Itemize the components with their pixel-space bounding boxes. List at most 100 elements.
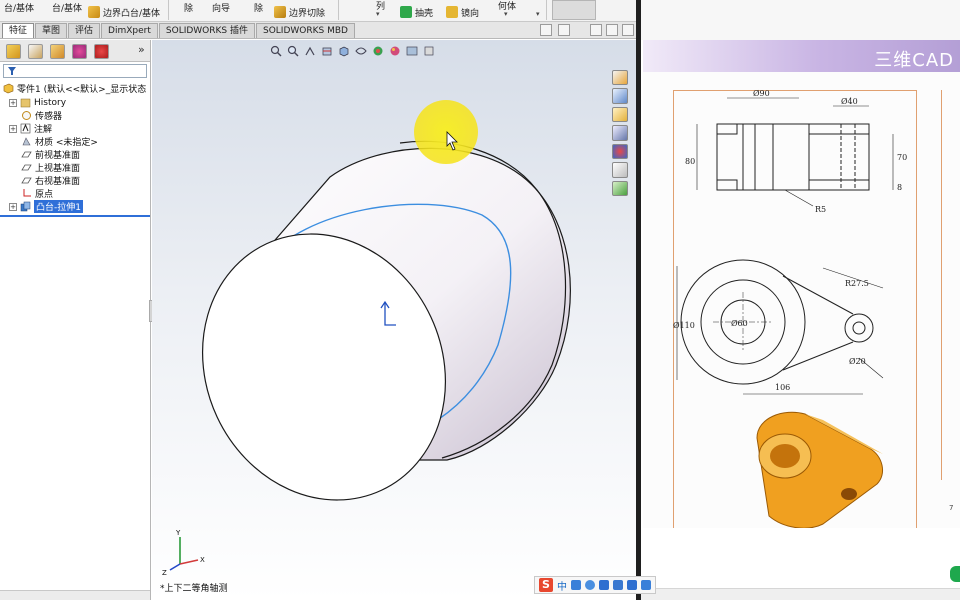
dim-outer-label: Ø110 [673,321,695,330]
more-tabs-icon[interactable]: » [138,43,145,56]
toolbar-label: 镜向 [461,8,480,19]
tree-item-label: 上视基准面 [35,164,81,174]
maximize-window-icon[interactable] [606,24,618,36]
boss-base-label[interactable]: 台/基体 [52,0,82,16]
dim-arc-label: R27.5 [845,279,869,288]
close-window-icon[interactable] [622,24,634,36]
boundary-boss-icon [88,6,100,18]
pattern-dropdown-icon[interactable]: ▾ [376,10,380,18]
tab-evaluate[interactable]: 评估 [68,23,101,38]
toolbox-icon[interactable] [641,580,651,590]
wizard-label[interactable]: 向导 [212,0,230,16]
remove-label-2[interactable]: 除 [254,0,263,16]
tree-item-origin[interactable]: 原点 [21,187,53,200]
dim-small-label: 8 [897,183,902,192]
ime-toolbar: S 中 [534,576,656,594]
keyboard-icon[interactable] [613,580,623,590]
tab-addins[interactable]: SOLIDWORKS 插件 [158,23,255,38]
tile-icon[interactable] [558,24,570,36]
tree-item-annotations[interactable]: + 注解 [9,122,52,135]
dim-hole-label: Ø20 [849,357,866,366]
home-resources-icon[interactable] [612,70,628,86]
feature-filter-input[interactable] [3,64,147,78]
emoji-icon[interactable] [585,580,595,590]
tab-mbd[interactable]: SOLIDWORKS MBD [256,23,355,38]
rollback-bar[interactable] [0,215,150,217]
mirror-icon [446,6,458,18]
display-manager-tab-icon[interactable] [94,44,109,59]
geometry-dropdown-icon[interactable]: ▾ [504,10,508,18]
file-explorer-icon[interactable] [612,106,628,123]
feature-tree-scrollbar[interactable] [0,590,150,600]
toolbar-separator [338,0,339,20]
tree-item-material[interactable]: 材质 <未指定> [21,135,98,148]
tree-item-label: 前视基准面 [35,151,81,161]
tree-item-sensors[interactable]: 传感器 [21,109,62,122]
tree-item-extrude1[interactable]: + 凸台-拉伸1 [9,200,83,213]
filter-icon [8,67,16,75]
dim-inner-label: Ø60 [731,319,748,328]
tree-item-label: History [34,97,67,108]
task-pane-tabs [612,70,630,196]
property-manager-tab-icon[interactable] [28,44,43,59]
model-viewport[interactable]: Y X Z [152,40,636,600]
appearances-icon[interactable] [612,143,628,160]
tab-dimxpert[interactable]: DimXpert [101,23,158,38]
configuration-manager-tab-icon[interactable] [50,44,65,59]
ime-language-toggle[interactable]: 中 [557,578,567,593]
remove-label[interactable]: 除 [184,0,193,16]
shell-button[interactable]: 抽壳 [400,3,433,21]
voice-input-icon[interactable] [599,580,609,590]
toolbar-label: 向导 [212,3,231,14]
next-page-edge [941,90,960,480]
document-page: 三维CAD Ø90 Ø40 80 70 8 R5 Ø110 Ø60 R27.5 … [643,40,960,540]
dimxpert-manager-tab-icon[interactable] [72,44,87,59]
features-toolbar: 台/基体 台/基体 边界凸台/基体 除 向导 除 边界切除 列 ▾ 抽壳 镜向 … [0,0,636,22]
dim-height-right-label: 70 [897,153,907,162]
graphics-area[interactable]: Y X Z *上下二等角轴测 [152,40,636,600]
tree-item-top-plane[interactable]: 上视基准面 [21,161,80,174]
expand-icon[interactable]: + [9,202,17,211]
custom-properties-icon[interactable] [612,162,628,178]
design-library-icon[interactable] [612,88,628,104]
toolbar-label: 边界切除 [289,8,326,19]
restore-icon[interactable] [540,24,552,36]
tab-features[interactable]: 特征 [2,23,35,38]
feature-tree-tab-icon[interactable] [6,44,21,59]
tab-sketch[interactable]: 草图 [35,23,68,38]
solidworks-forum-icon[interactable] [612,180,628,196]
document-scrollbar[interactable] [641,588,960,600]
extrude-feature-icon [20,201,31,212]
tree-item-history[interactable]: + History [9,96,66,109]
expand-icon[interactable]: + [9,98,17,107]
boss-base-cut-label[interactable]: 台/基体 [4,0,34,16]
boundary-cut-button[interactable]: 边界切除 [274,3,325,21]
more-dropdown-icon[interactable]: ▾ [536,10,540,18]
tree-root-part[interactable]: 零件1 (默认<<默认>_显示状态 [3,82,146,95]
dim-height-left-label: 80 [685,157,695,166]
view-palette-icon[interactable] [612,125,628,141]
boundary-boss-button[interactable]: 边界凸台/基体 [88,3,160,21]
material-icon [22,137,31,146]
command-manager-tabs: 特征 草图 评估 DimXpert SOLIDWORKS 插件 SOLIDWOR… [0,22,636,39]
punctuation-icon[interactable] [571,580,581,590]
expand-icon[interactable]: + [9,124,17,133]
floating-assistant-icon[interactable] [950,566,960,582]
skin-icon[interactable] [627,580,637,590]
sogou-logo-icon[interactable]: S [539,578,553,592]
tree-item-label: 原点 [35,190,54,200]
tree-item-right-plane[interactable]: 右视基准面 [21,174,80,187]
dim-width-label: Ø90 [753,89,770,98]
tree-item-label: 凸台-拉伸1 [34,200,83,213]
mirror-button[interactable]: 镜向 [446,3,479,21]
toolbar-label: 除 [184,3,194,14]
sensor-icon [22,111,31,120]
toolbar-label: 台/基体 [52,3,83,14]
annotation-icon [20,123,31,134]
page-number: 7 [949,504,954,512]
tree-item-label: 材质 <未指定> [35,138,98,148]
toolbar-separator [168,0,169,20]
engineering-drawing: Ø90 Ø40 80 70 8 R5 Ø110 Ø60 R27.5 Ø20 10… [673,89,907,528]
tree-item-front-plane[interactable]: 前视基准面 [21,148,80,161]
minimize-window-icon[interactable] [590,24,602,36]
